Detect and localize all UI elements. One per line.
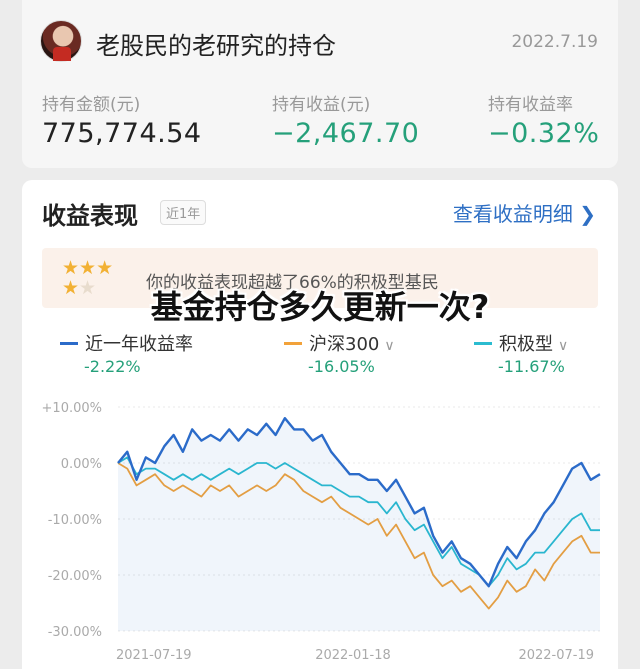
- account-summary-card: 老股民的老研究的持仓 2022.7.19 持有金额(元) 持有收益(元) 持有收…: [22, 0, 618, 168]
- performance-chart[interactable]: +10.00% 0.00% -10.00% -20.00% -30.00% 2021-07…: [22, 180, 618, 669]
- holding-amount-value: 775,774.54: [42, 118, 202, 149]
- holding-profit-value: −2,467.70: [272, 118, 420, 149]
- avatar[interactable]: [40, 20, 82, 62]
- x-tick-label: 2022-01-18: [315, 648, 391, 663]
- holding-return-value: −0.32%: [488, 118, 600, 149]
- account-title: 老股民的老研究的持仓: [96, 32, 336, 60]
- y-tick-label: 0.00%: [61, 457, 102, 472]
- y-tick-label: +10.00%: [42, 401, 102, 416]
- holding-profit-label: 持有收益(元): [272, 95, 371, 115]
- x-tick-label: 2022-07-19: [518, 648, 594, 663]
- summary-date: 2022.7.19: [511, 32, 598, 52]
- series-area-return: [118, 418, 600, 631]
- y-tick-label: -10.00%: [48, 513, 102, 528]
- holding-return-label: 持有收益率: [488, 95, 573, 115]
- x-tick-label: 2021-07-19: [116, 648, 192, 663]
- y-tick-label: -30.00%: [48, 625, 102, 640]
- holding-amount-label: 持有金额(元): [42, 95, 141, 115]
- overlay-title: 基金持仓多久更新一次?: [150, 288, 490, 326]
- performance-card: 收益表现 近1年 查看收益明细 ❯ ★★★ ★★ 你的收益表现超越了66%的积极…: [22, 180, 618, 669]
- y-tick-label: -20.00%: [48, 569, 102, 584]
